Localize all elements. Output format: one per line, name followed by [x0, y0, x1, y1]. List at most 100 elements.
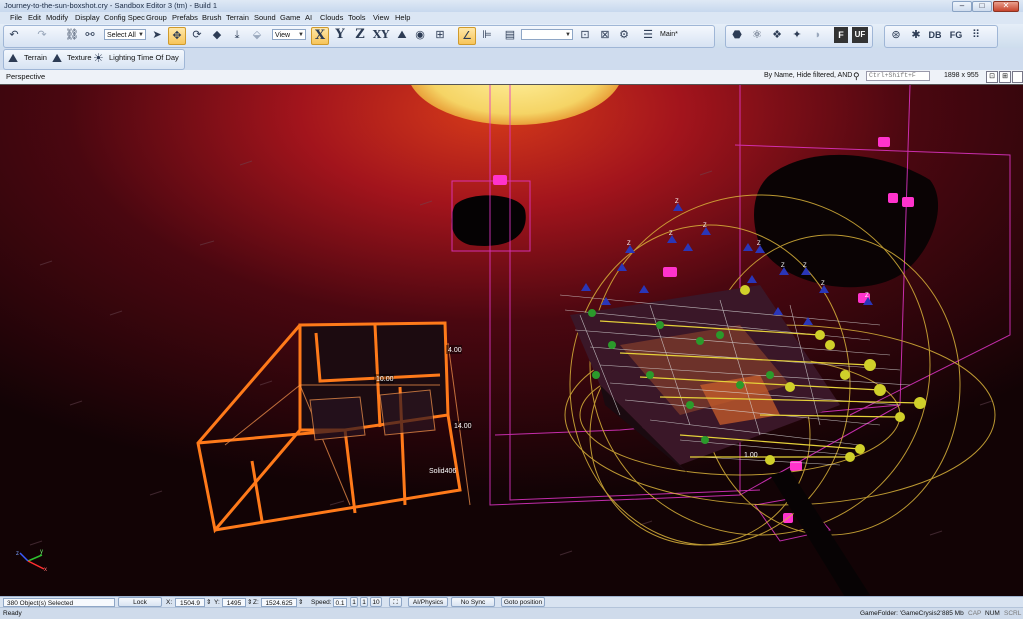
undo-icon[interactable]: ↶ — [6, 27, 22, 43]
menu-help[interactable]: Help — [395, 13, 410, 22]
ruler-icon[interactable]: ⊫ — [479, 27, 495, 43]
grid-icon[interactable]: ⊞ — [432, 27, 448, 43]
ai-physics-button[interactable]: AI/Physics — [408, 597, 448, 607]
lock-selection-button[interactable]: Lock Selection — [118, 597, 162, 616]
svg-text:Z: Z — [675, 199, 679, 205]
lighting-button[interactable]: Lighting — [109, 53, 135, 62]
speed-preset-2[interactable]: 1 — [360, 597, 368, 607]
unlink-icon[interactable]: ⚯ — [82, 27, 98, 43]
axis-z-button[interactable]: Z — [352, 27, 368, 43]
menu-config-spec[interactable]: Config Spec — [104, 13, 145, 22]
menu-edit[interactable]: Edit — [28, 13, 41, 22]
axis-xy-button[interactable]: XY — [371, 27, 391, 43]
svg-text:z: z — [16, 551, 19, 557]
selection-mask-combo[interactable]: Select All ▼ — [104, 29, 146, 40]
rotate-icon[interactable]: ⟳ — [189, 27, 205, 43]
ai-icon[interactable]: ⊛ — [888, 27, 904, 43]
terrain-follow-icon[interactable]: ⛰ — [394, 27, 410, 43]
select-arrow-icon[interactable]: ➤ — [150, 27, 164, 43]
selection-mask-value: Select All — [107, 32, 136, 39]
viewport-title[interactable]: Perspective — [6, 72, 45, 81]
terrain-button[interactable]: Terrain — [24, 53, 47, 62]
scale-icon[interactable]: ◆ — [209, 27, 225, 43]
sync-player-button[interactable]: No Sync Player — [451, 597, 495, 616]
window-title: Journey-to-the-sun-boxshot.cry - Sandbox… — [4, 1, 218, 10]
layers-icon[interactable]: ☰ — [640, 27, 656, 43]
viewport-layout-icon[interactable] — [1012, 71, 1023, 83]
terrain-icon: ⛰ — [8, 51, 19, 65]
goto-position-button[interactable]: Goto position — [501, 597, 545, 607]
link-icon[interactable]: ⛓ — [64, 27, 80, 43]
viewport-options-icon[interactable]: ⊞ — [999, 71, 1011, 83]
viewport-search-input[interactable] — [866, 71, 930, 81]
x-coord-field[interactable]: 1504.9 — [175, 598, 205, 607]
menu-clouds[interactable]: Clouds — [320, 13, 343, 22]
layer-list-icon[interactable]: ▤ — [502, 27, 518, 43]
particles-icon[interactable]: ❖ — [769, 27, 785, 43]
menu-terrain[interactable]: Terrain — [226, 13, 249, 22]
uf-toggle-button[interactable]: UF — [852, 27, 868, 43]
status-bar: Ready GameFolder: 'GameCrysis2' 885 Mb C… — [0, 607, 1023, 619]
maximize-viewport-icon[interactable]: ⊡ — [986, 71, 998, 83]
x-label: X: — [166, 599, 173, 606]
snap-object-icon[interactable]: ⬙ — [249, 27, 265, 43]
close-button[interactable]: ✕ — [993, 1, 1019, 12]
scene-render[interactable]: Z Z Z Z Z Z Z Z Z 4.00 10.00 14.00 Solid406 1.… — [0, 85, 1023, 597]
memory-usage: 885 Mb — [942, 610, 964, 617]
db-button[interactable]: DB — [927, 27, 943, 43]
menu-brush[interactable]: Brush — [202, 13, 222, 22]
panels-icon[interactable]: ⠿ — [968, 27, 984, 43]
menu-file[interactable]: File — [10, 13, 22, 22]
player-icon[interactable]: ✱ — [908, 27, 924, 43]
axis-x-button[interactable]: X — [311, 27, 329, 45]
snap-terrain-icon[interactable]: ⤓ — [229, 27, 245, 43]
entity-icon[interactable]: ⚙ — [616, 27, 632, 43]
camera-icon[interactable]: ◉ — [412, 27, 428, 43]
selection-count: 380 Object(s) Selected — [3, 598, 115, 607]
perspective-viewport[interactable]: Z Z Z Z Z Z Z Z Z 4.00 10.00 14.00 Solid406 1.… — [0, 84, 1023, 597]
filter-mode-text[interactable]: By Name, Hide filtered, AND — [764, 72, 852, 79]
axis-y-button[interactable]: Y — [332, 27, 348, 43]
speed-preset-10[interactable]: 10 — [370, 597, 382, 607]
minimize-button[interactable]: – — [952, 1, 972, 12]
menu-tools[interactable]: Tools — [348, 13, 366, 22]
menu-modify[interactable]: Modify — [46, 13, 68, 22]
f-toggle-button[interactable]: F — [834, 27, 848, 43]
z-coord-field[interactable]: 1524.625 — [261, 598, 297, 607]
y-coord-field[interactable]: 1495 — [222, 598, 246, 607]
menu-game[interactable]: Game — [280, 13, 300, 22]
z-spin-icon[interactable]: ⇕ — [298, 598, 303, 607]
menu-display[interactable]: Display — [75, 13, 100, 22]
bookmark-icon[interactable]: ⬣ — [729, 27, 745, 43]
redo-icon[interactable]: ↷ — [34, 27, 50, 43]
y-spin-icon[interactable]: ⇕ — [247, 598, 252, 607]
menu-view[interactable]: View — [373, 13, 389, 22]
goto-selection-icon[interactable]: ⊠ — [597, 27, 613, 43]
misc-scale-label: 1.00 — [744, 452, 758, 459]
object-tool-icon[interactable]: ⊡ — [577, 27, 593, 43]
move-icon[interactable]: ✥ — [168, 27, 186, 45]
scroll-indicator: SCRL — [1004, 610, 1022, 617]
speed-preset-1[interactable]: 1 — [350, 597, 358, 607]
time-of-day-button[interactable]: Time Of Day — [137, 53, 179, 62]
current-layer-label[interactable]: Main* — [660, 31, 678, 38]
light-icon[interactable]: ◗ — [811, 27, 825, 43]
terrain-collision-icon[interactable]: ⛶ — [389, 597, 402, 607]
menu-prefabs[interactable]: Prefabs — [172, 13, 198, 22]
texture-button[interactable]: Texture — [67, 53, 92, 62]
menu-group[interactable]: Group — [146, 13, 167, 22]
reference-coord-combo[interactable]: View ▼ — [272, 29, 306, 40]
helpers-icon[interactable]: ✦ — [789, 27, 805, 43]
physics-icon[interactable]: ⚛ — [749, 27, 765, 43]
speed-field[interactable]: 0.1 — [333, 598, 347, 607]
angle-snap-icon[interactable]: ∠ — [458, 27, 476, 45]
maximize-button[interactable]: □ — [972, 1, 992, 12]
menu-ai[interactable]: AI — [305, 13, 312, 22]
layer-combo[interactable]: ▼ — [521, 29, 573, 40]
menu-sound[interactable]: Sound — [254, 13, 276, 22]
svg-text:Z: Z — [821, 281, 825, 287]
dimension-label-a: 4.00 — [448, 347, 462, 354]
x-spin-icon[interactable]: ⇕ — [206, 598, 211, 607]
fg-button[interactable]: FG — [948, 27, 964, 43]
viewport-header: Perspective By Name, Hide filtered, AND … — [0, 70, 1023, 85]
